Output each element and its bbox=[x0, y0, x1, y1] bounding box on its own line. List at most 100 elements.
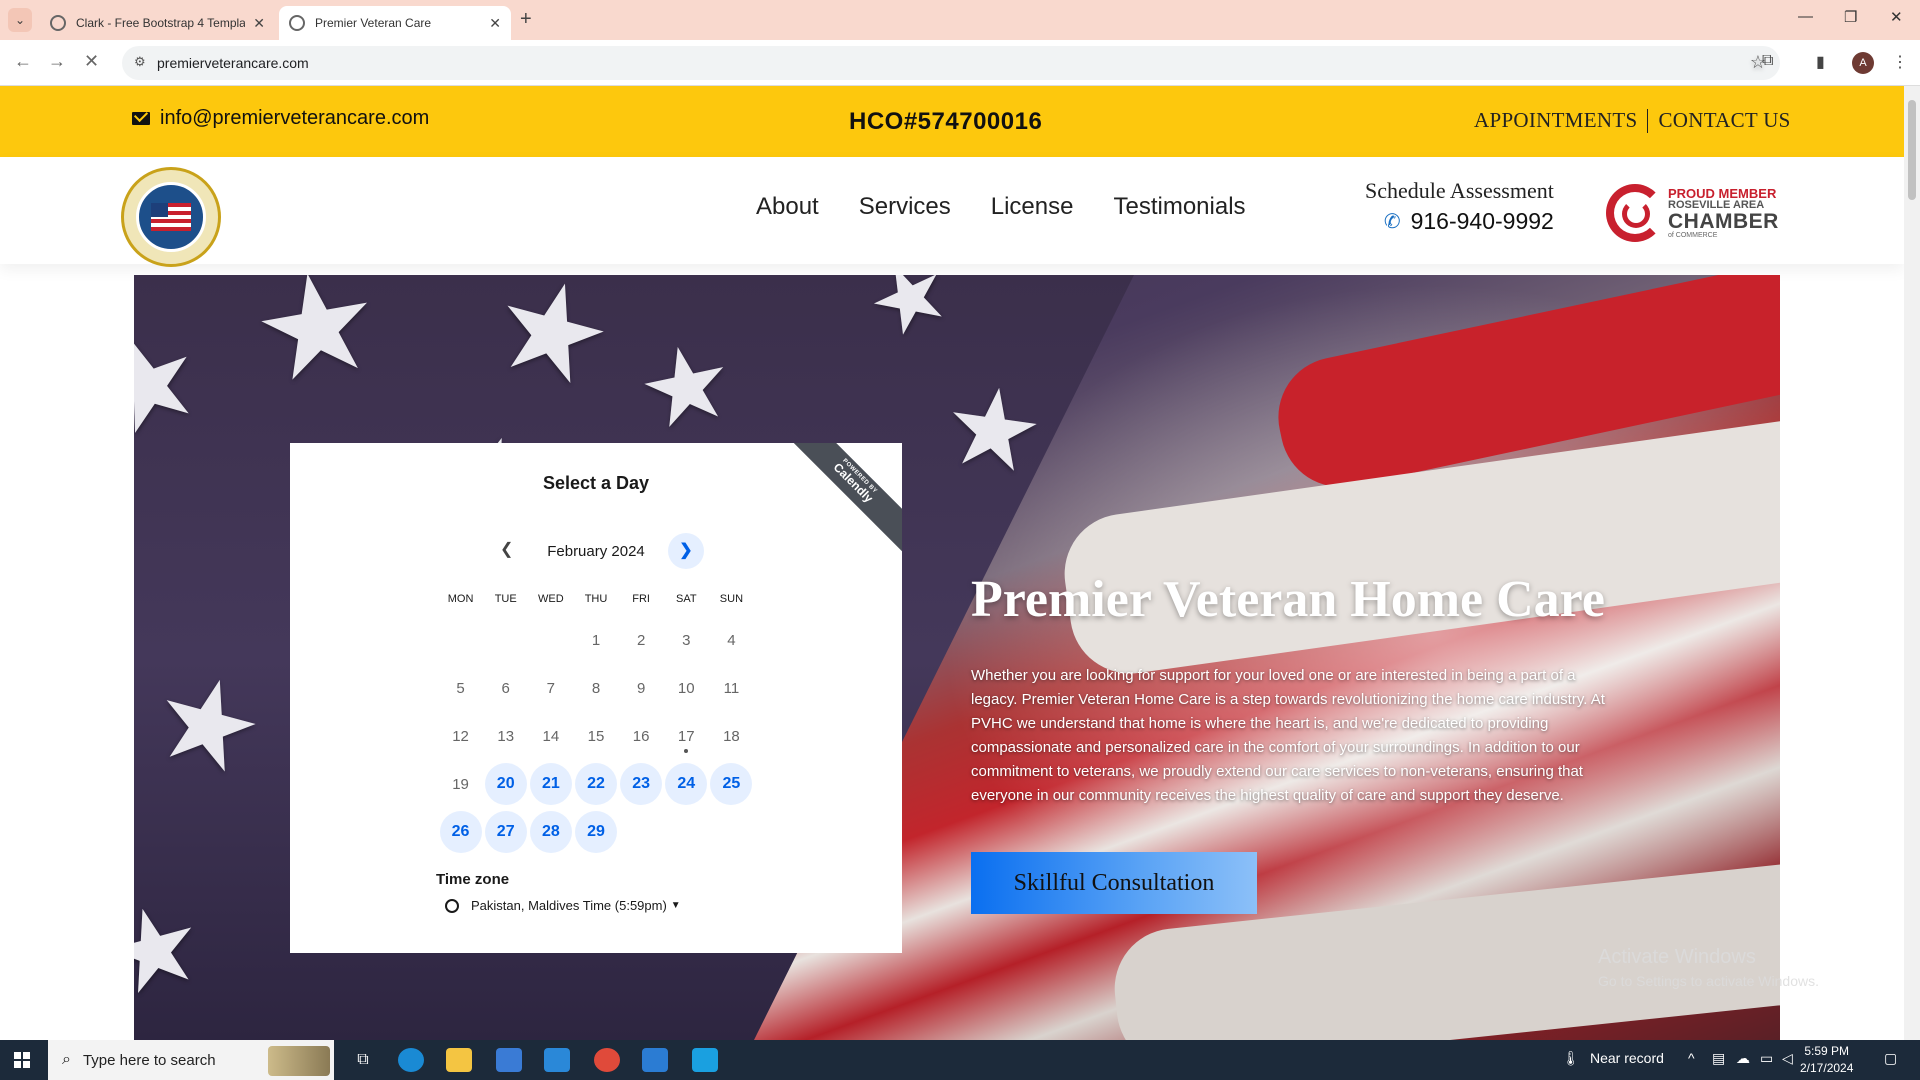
address-bar[interactable]: ⚙ premierveterancare.com ☆ bbox=[122, 46, 1780, 80]
extensions-icon[interactable]: ⧉ bbox=[1762, 52, 1773, 70]
restore-button[interactable]: ❐ bbox=[1844, 8, 1857, 26]
calendar-day-number[interactable]: 27 bbox=[484, 811, 527, 853]
email-text[interactable]: info@premierveterancare.com bbox=[160, 107, 429, 130]
site-header: About Services License Testimonials Sche… bbox=[0, 157, 1904, 267]
hco-number: HCO#574700016 bbox=[849, 108, 1043, 135]
mail-icon[interactable] bbox=[544, 1048, 570, 1072]
chrome-icon[interactable] bbox=[594, 1048, 620, 1072]
logo-emblem bbox=[136, 182, 206, 252]
watermark-title: Activate Windows bbox=[1598, 946, 1756, 968]
chamber-line-3: CHAMBER bbox=[1668, 210, 1779, 233]
nav-testimonials[interactable]: Testimonials bbox=[1113, 193, 1245, 221]
network-icon[interactable]: ▤ bbox=[1712, 1050, 1725, 1067]
calendar-day-number[interactable]: 25 bbox=[710, 763, 753, 805]
taskbar-search[interactable]: ⌕ Type here to search bbox=[48, 1040, 334, 1080]
tab-premier-veteran-care[interactable]: Premier Veteran Care ✕ bbox=[279, 6, 511, 40]
vscode-icon[interactable] bbox=[642, 1048, 668, 1072]
tray-chevron-icon[interactable]: ^ bbox=[1688, 1050, 1695, 1066]
calendar-day-number: 11 bbox=[723, 679, 740, 697]
hero-description: Whether you are looking for support for … bbox=[971, 667, 1605, 804]
back-arrow-icon[interactable]: ← bbox=[14, 51, 32, 72]
calendar-day[interactable]: 21 bbox=[528, 763, 573, 805]
profile-avatar[interactable]: A bbox=[1852, 52, 1874, 74]
taskbar-clock[interactable]: 5:59 PM 2/17/2024 bbox=[1800, 1043, 1853, 1077]
site-logo[interactable] bbox=[121, 167, 221, 267]
new-tab-button[interactable]: + bbox=[520, 8, 532, 31]
thermometer-icon[interactable]: 🌡 bbox=[1562, 1050, 1580, 1067]
browser-toolbar: ← → ✕ ⚙ premierveterancare.com ☆ ⧉ ▮ A ⋮ bbox=[0, 40, 1920, 86]
next-month-button[interactable]: ❯ bbox=[668, 533, 704, 569]
calendar-day[interactable]: 27 bbox=[483, 811, 528, 853]
contact-us-link[interactable]: CONTACT US bbox=[1658, 108, 1790, 133]
task-view-icon[interactable]: ⧉ bbox=[350, 1048, 376, 1072]
nav-services[interactable]: Services bbox=[859, 193, 951, 221]
hero-title: Premier Veteran Home Care bbox=[971, 571, 1605, 628]
calendar-day-number: 17 bbox=[677, 727, 695, 745]
search-icon: ⌕ bbox=[62, 1051, 71, 1068]
globe-icon bbox=[289, 15, 305, 31]
phone-icon: ✆ bbox=[1383, 211, 1401, 233]
tab-clark[interactable]: Clark - Free Bootstrap 4 Template ✕ bbox=[40, 6, 275, 40]
calendar-day-number[interactable]: 26 bbox=[439, 811, 482, 853]
calendar-day[interactable]: 22 bbox=[573, 763, 618, 805]
url-text[interactable]: premierveterancare.com bbox=[157, 55, 309, 71]
calendar-day-number[interactable]: 29 bbox=[574, 811, 617, 853]
site-info-icon[interactable]: ⚙ bbox=[134, 54, 146, 70]
calendar-day: 14 bbox=[528, 728, 573, 745]
timezone-value[interactable]: Pakistan, Maldives Time (5:59pm) bbox=[471, 898, 667, 913]
phone-link[interactable]: ✆ 916-940-9992 bbox=[1365, 208, 1554, 235]
windows-start-icon[interactable] bbox=[14, 1052, 30, 1068]
calendar-day[interactable]: 26 bbox=[438, 811, 483, 853]
stop-loading-icon[interactable]: ✕ bbox=[84, 51, 99, 72]
calendar-day-number[interactable]: 24 bbox=[665, 763, 708, 805]
top-info-bar: info@premierveterancare.com HCO#57470001… bbox=[0, 86, 1904, 157]
weather-text[interactable]: Near record bbox=[1590, 1050, 1664, 1066]
nav-license[interactable]: License bbox=[991, 193, 1074, 221]
scrollbar-thumb[interactable] bbox=[1908, 100, 1916, 200]
tab-title: Clark - Free Bootstrap 4 Template bbox=[76, 16, 246, 30]
notifications-icon[interactable]: ▢ bbox=[1884, 1050, 1897, 1067]
tab-search-dropdown[interactable]: ⌄ bbox=[8, 8, 32, 32]
skype-icon[interactable] bbox=[692, 1048, 718, 1072]
search-placeholder[interactable]: Type here to search bbox=[83, 1052, 216, 1069]
email-link[interactable]: info@premierveterancare.com bbox=[132, 107, 429, 130]
page-scrollbar[interactable] bbox=[1904, 86, 1920, 1040]
edge-icon[interactable] bbox=[398, 1048, 424, 1072]
close-window-button[interactable]: ✕ bbox=[1890, 8, 1903, 26]
calendar-day-number[interactable]: 23 bbox=[620, 763, 663, 805]
calendar-day-number: 7 bbox=[546, 679, 556, 697]
store-icon[interactable] bbox=[496, 1048, 522, 1072]
calendar-day-number[interactable]: 20 bbox=[484, 763, 527, 805]
volume-muted-icon[interactable]: ◁ bbox=[1782, 1050, 1793, 1067]
onedrive-icon[interactable]: ☁ bbox=[1736, 1050, 1750, 1067]
calendar-day-number[interactable]: 22 bbox=[574, 763, 617, 805]
timezone-select[interactable]: Pakistan, Maldives Time (5:59pm) ▼ bbox=[445, 898, 681, 913]
calendar-day-number: 14 bbox=[542, 727, 560, 745]
side-panel-icon[interactable]: ▮ bbox=[1816, 52, 1825, 72]
calendar-day: 8 bbox=[573, 680, 618, 697]
browser-menu-icon[interactable]: ⋮ bbox=[1892, 52, 1908, 72]
calendly-badge[interactable]: POWERED BY Calendly bbox=[779, 443, 902, 557]
close-tab-icon[interactable]: ✕ bbox=[489, 15, 501, 32]
nav-about[interactable]: About bbox=[756, 193, 819, 221]
calendar-day[interactable]: 29 bbox=[573, 811, 618, 853]
phone-number[interactable]: 916-940-9992 bbox=[1411, 208, 1554, 235]
calendar-day-number: 9 bbox=[636, 679, 646, 697]
skillful-consultation-button[interactable]: Skillful Consultation bbox=[971, 852, 1257, 914]
calendar-day[interactable]: 25 bbox=[709, 763, 754, 805]
calendar-day[interactable]: 24 bbox=[664, 763, 709, 805]
appointments-link[interactable]: APPOINTMENTS bbox=[1474, 108, 1637, 133]
tab-title: Premier Veteran Care bbox=[315, 16, 432, 30]
page-viewport: info@premierveterancare.com HCO#57470001… bbox=[0, 86, 1904, 1040]
chamber-text: PROUD MEMBER ROSEVILLE AREA CHAMBER of C… bbox=[1668, 187, 1779, 239]
calendar-day-number[interactable]: 28 bbox=[529, 811, 572, 853]
calendar-day-number[interactable]: 21 bbox=[529, 763, 572, 805]
battery-icon[interactable]: ▭ bbox=[1760, 1050, 1773, 1067]
minimize-button[interactable]: — bbox=[1798, 8, 1813, 25]
file-explorer-icon[interactable] bbox=[446, 1048, 472, 1072]
calendar-day[interactable]: 23 bbox=[619, 763, 664, 805]
calendar-day[interactable]: 28 bbox=[528, 811, 573, 853]
close-tab-icon[interactable]: ✕ bbox=[253, 15, 265, 32]
forward-arrow-icon[interactable]: → bbox=[48, 51, 66, 72]
calendar-day[interactable]: 20 bbox=[483, 763, 528, 805]
